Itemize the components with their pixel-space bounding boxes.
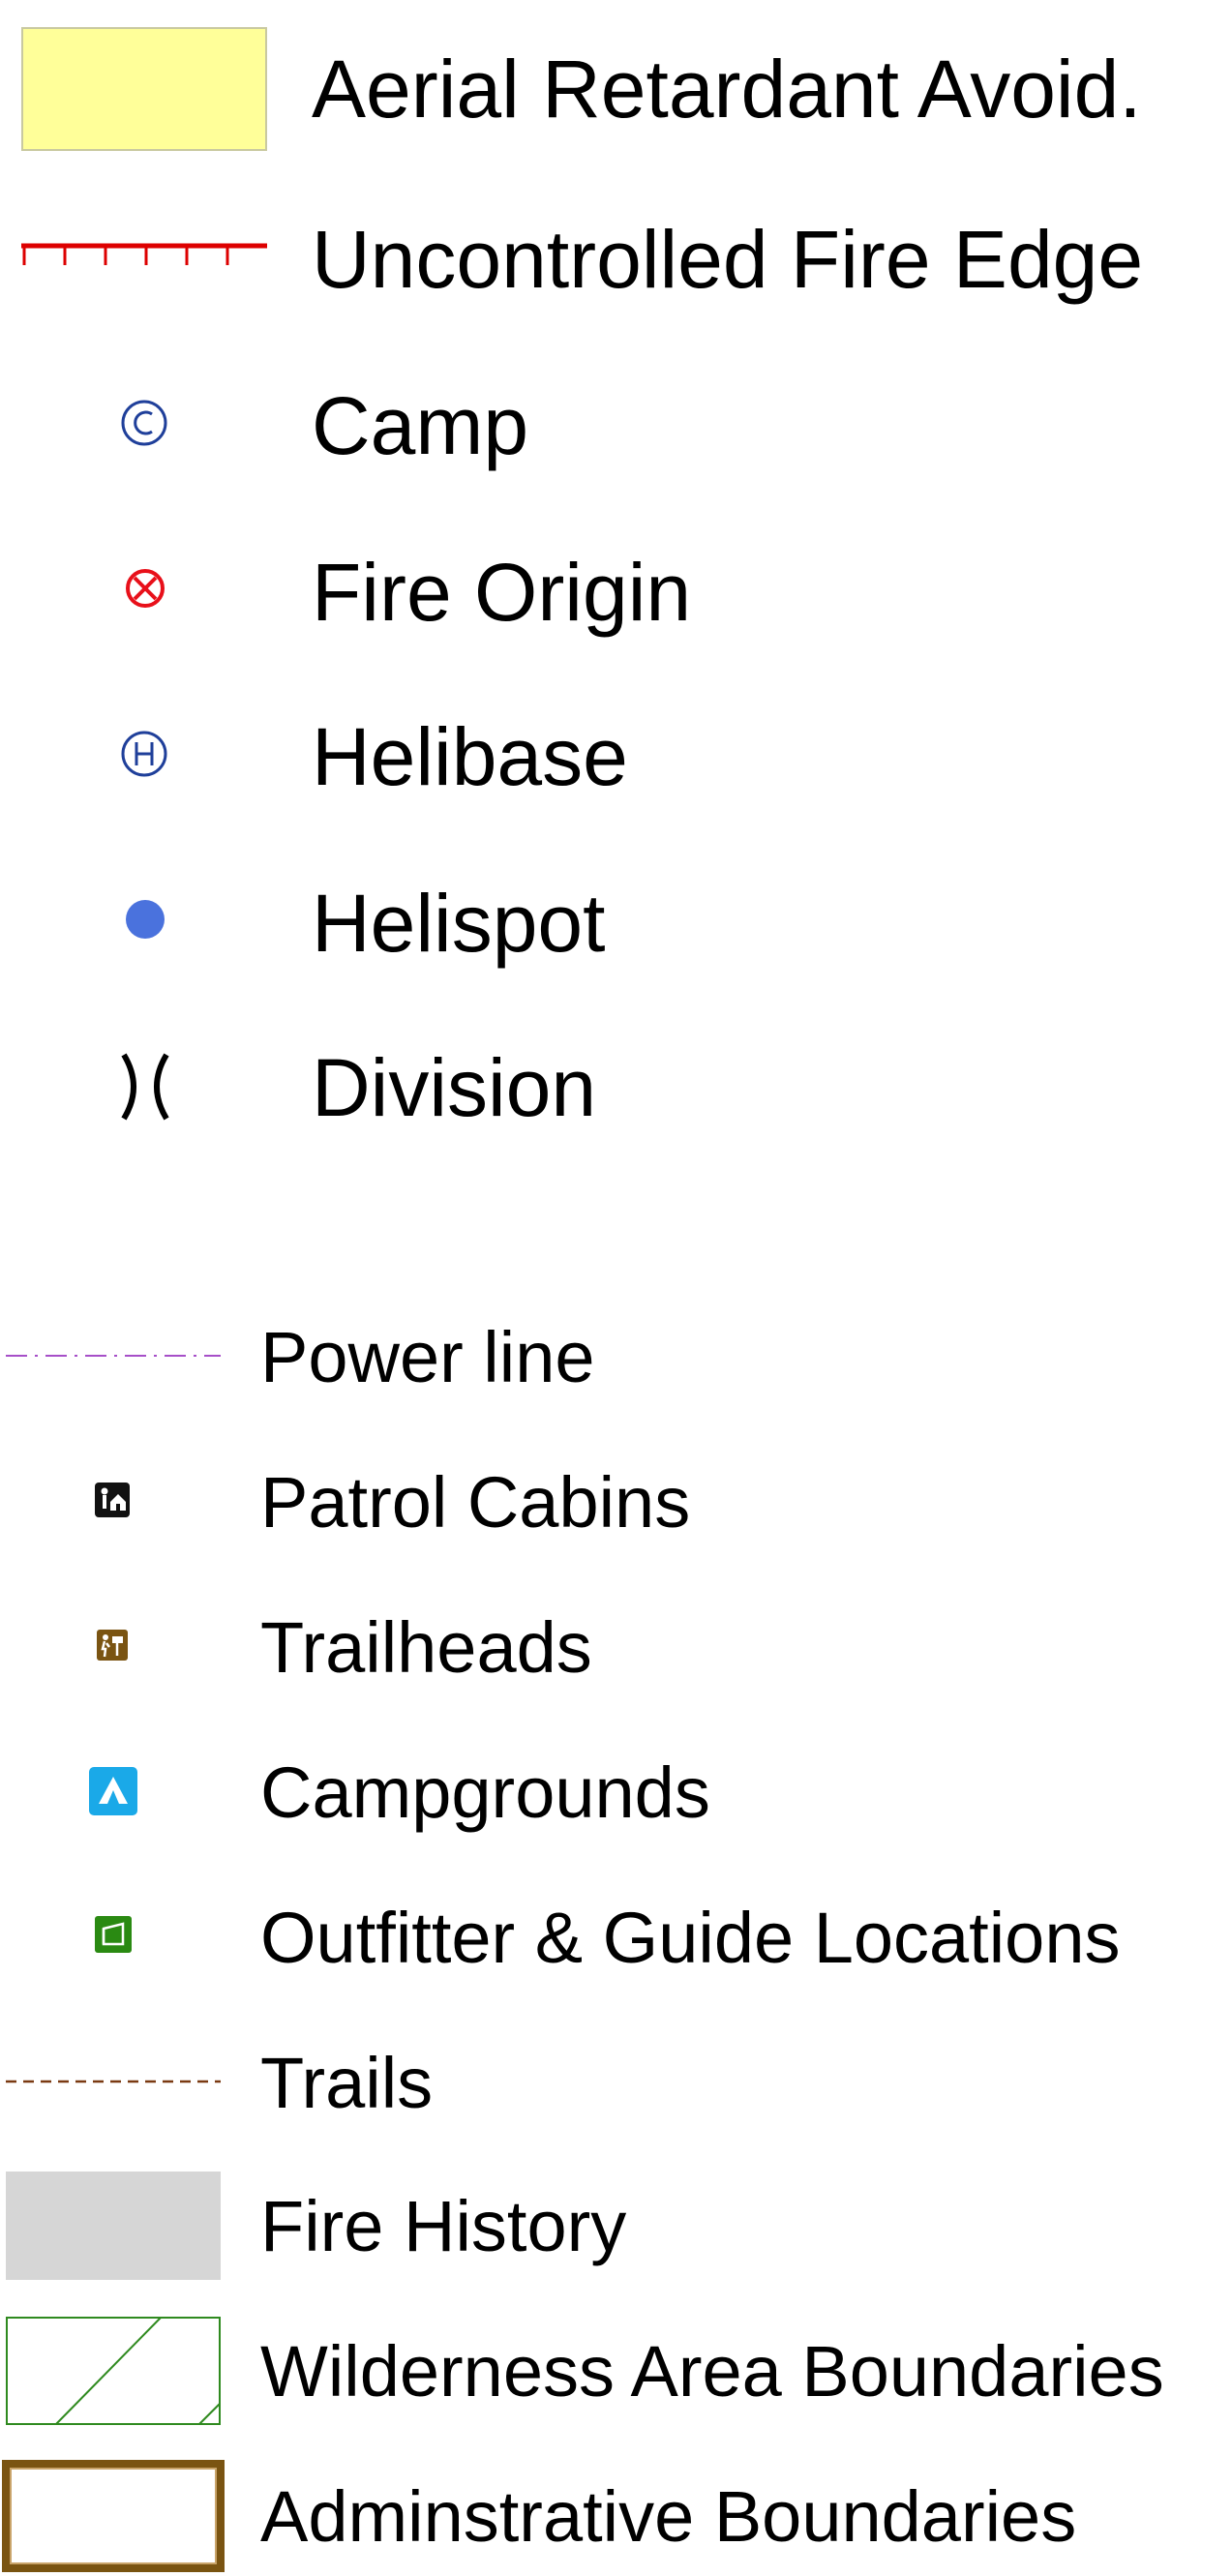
trail-line-icon — [6, 2077, 221, 2086]
division-icon — [116, 1051, 174, 1123]
tent-icon — [89, 1767, 137, 1815]
legend-row-outfitter-guide-locations: Outfitter & Guide Locations — [0, 1897, 1232, 1978]
legend-row-trailheads: Trailheads — [0, 1606, 1232, 1688]
legend-label: Camp — [312, 380, 529, 471]
legend-label: Uncontrolled Fire Edge — [312, 214, 1144, 305]
legend-row-trails: Trails — [0, 2042, 1232, 2123]
camp-icon — [120, 399, 168, 447]
legend-row-aerial-retardant-avoid: Aerial Retardant Avoid. — [0, 27, 1232, 153]
outfitter-icon — [95, 1916, 132, 1953]
trailhead-icon — [97, 1630, 128, 1661]
legend-row-fire-origin: Fire Origin — [0, 530, 1232, 656]
yellow-area-swatch-icon — [21, 27, 267, 151]
legend-row-administrative-boundaries: Adminstrative Boundaries — [0, 2460, 1232, 2574]
legend-row-division: Division — [0, 1026, 1232, 1152]
legend-label: Outfitter & Guide Locations — [260, 1898, 1121, 1978]
legend-row-uncontrolled-fire-edge: Uncontrolled Fire Edge — [0, 194, 1232, 319]
legend-label: Wilderness Area Boundaries — [260, 2331, 1164, 2411]
legend-row-power-line: Power line — [0, 1316, 1232, 1397]
cabin-icon — [95, 1483, 130, 1517]
legend-label: Division — [312, 1042, 597, 1133]
fire-origin-icon — [124, 567, 166, 610]
wilderness-boundary-icon — [6, 2317, 221, 2425]
legend-label: Aerial Retardant Avoid. — [312, 44, 1142, 135]
ticked-red-line-icon — [21, 242, 267, 271]
legend-row-helispot: Helispot — [0, 861, 1232, 987]
legend-label: Trails — [260, 2043, 434, 2123]
legend-label: Fire History — [260, 2186, 627, 2266]
map-legend: Aerial Retardant Avoid. Uncontrolled Fir… — [0, 0, 1232, 2576]
legend-label: Helibase — [312, 711, 628, 802]
legend-row-helibase: Helibase — [0, 695, 1232, 821]
administrative-boundary-icon — [2, 2460, 225, 2572]
legend-row-camp: Camp — [0, 364, 1232, 490]
legend-row-fire-history: Fire History — [0, 2172, 1232, 2280]
legend-label: Campgrounds — [260, 1752, 710, 1833]
power-line-icon — [6, 1351, 221, 1361]
legend-label: Helispot — [312, 878, 606, 969]
legend-row-patrol-cabins: Patrol Cabins — [0, 1461, 1232, 1543]
helispot-icon — [124, 898, 166, 941]
legend-label: Trailheads — [260, 1607, 592, 1688]
helibase-icon — [120, 730, 168, 778]
legend-label: Patrol Cabins — [260, 1462, 691, 1543]
gray-area-swatch-icon — [6, 2172, 221, 2280]
legend-row-wilderness-area-boundaries: Wilderness Area Boundaries — [0, 2317, 1232, 2425]
legend-row-campgrounds: Campgrounds — [0, 1752, 1232, 1833]
legend-label: Power line — [260, 1317, 595, 1397]
legend-label: Adminstrative Boundaries — [260, 2476, 1077, 2557]
legend-label: Fire Origin — [312, 547, 692, 638]
